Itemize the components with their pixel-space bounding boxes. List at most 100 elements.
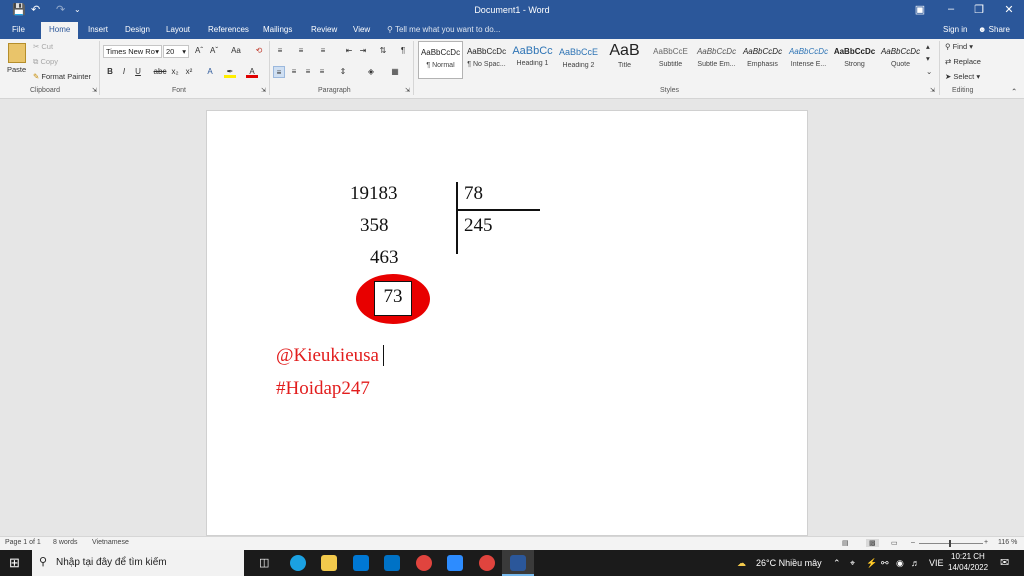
font-color-icon[interactable]: A xyxy=(246,66,258,78)
bold-icon[interactable]: B xyxy=(104,66,116,78)
align-left-icon[interactable]: ≡ xyxy=(273,66,285,78)
shrink-font-icon[interactable]: Aˇ xyxy=(208,45,220,57)
text-effects-icon[interactable]: A xyxy=(204,66,216,78)
document-area[interactable]: 19183 78 358 245 463 73 @Kieukieusa #Hoi… xyxy=(0,100,1024,536)
tab-references[interactable]: References xyxy=(208,25,249,34)
chrome-icon[interactable] xyxy=(416,555,432,571)
style-quote[interactable]: AaBbCcDc Quote xyxy=(878,41,923,79)
clock-time[interactable]: 10:21 CH xyxy=(951,552,985,561)
clock-date[interactable]: 14/04/2022 xyxy=(948,563,988,572)
page-count[interactable]: Page 1 of 1 xyxy=(5,539,41,546)
align-right-icon[interactable]: ≡ xyxy=(302,66,314,78)
sort-icon[interactable]: ⇅ xyxy=(377,45,389,57)
weather-icon[interactable]: ☁ xyxy=(737,558,746,569)
increase-indent-icon[interactable]: ⇥ xyxy=(357,45,369,57)
chevron-up-icon[interactable]: ⌃ xyxy=(833,558,841,569)
weather-text[interactable]: 26°C Nhiều mây xyxy=(756,558,822,568)
tab-design[interactable]: Design xyxy=(125,25,150,34)
mail-icon[interactable] xyxy=(384,555,400,571)
tab-file[interactable]: File xyxy=(12,25,25,34)
read-mode-icon[interactable]: ▤ xyxy=(842,539,849,547)
superscript-icon[interactable]: x² xyxy=(183,66,195,78)
zoom-slider[interactable] xyxy=(919,543,983,544)
format-painter-button[interactable]: ✎ Format Painter xyxy=(33,72,91,81)
dialog-launcher-icon[interactable]: ⇲ xyxy=(261,87,266,94)
input-language[interactable]: VIE xyxy=(929,558,944,568)
store-icon[interactable] xyxy=(353,555,369,571)
style-no-spacing[interactable]: AaBbCcDc ¶ No Spac... xyxy=(464,41,509,79)
shading-icon[interactable]: ◈ xyxy=(365,66,377,78)
subscript-icon[interactable]: x₂ xyxy=(169,66,181,78)
style-subtitle[interactable]: AaBbCcE Subtitle xyxy=(648,41,693,79)
task-view-icon[interactable]: ◫ xyxy=(259,556,269,569)
underline-icon[interactable]: U xyxy=(132,66,144,78)
styles-more-icon[interactable]: ⌄ xyxy=(926,67,932,76)
style-title[interactable]: AaB Title xyxy=(602,41,647,79)
zoom-out-icon[interactable]: – xyxy=(911,539,915,546)
power-icon[interactable]: ⚡ xyxy=(866,558,877,569)
dialog-launcher-icon[interactable]: ⇲ xyxy=(405,87,410,94)
line-spacing-icon[interactable]: ⇕ xyxy=(337,66,349,78)
windows-start-icon[interactable]: ⊞ xyxy=(9,555,20,571)
language-status[interactable]: Vietnamese xyxy=(92,539,129,546)
word-taskbar-button[interactable] xyxy=(502,550,534,576)
align-center-icon[interactable]: ≡ xyxy=(288,66,300,78)
copy-button[interactable]: ⧉ Copy xyxy=(33,57,58,67)
select-button[interactable]: ➤ Select ▾ xyxy=(945,72,980,81)
multilevel-list-icon[interactable]: ≡ xyxy=(317,45,329,57)
style-intense-emphasis[interactable]: AaBbCcDc Intense E... xyxy=(786,41,831,79)
minimize-icon[interactable]: – xyxy=(944,3,958,15)
tab-view[interactable]: View xyxy=(353,25,370,34)
share-button[interactable]: ☻ Share xyxy=(978,25,1010,34)
clear-formatting-icon[interactable]: ⟲ xyxy=(253,45,265,57)
strikethrough-icon[interactable]: abc xyxy=(153,66,167,78)
wifi-icon[interactable]: ⚯ xyxy=(881,558,889,569)
dialog-launcher-icon[interactable]: ⇲ xyxy=(92,87,97,94)
print-layout-icon[interactable]: ▩ xyxy=(866,539,879,547)
file-explorer-icon[interactable] xyxy=(321,555,337,571)
tab-mailings[interactable]: Mailings xyxy=(263,25,292,34)
show-marks-icon[interactable]: ¶ xyxy=(397,45,409,57)
paste-icon[interactable] xyxy=(8,43,26,63)
sign-in-link[interactable]: Sign in xyxy=(943,25,967,34)
style-heading-2[interactable]: AaBbCcE Heading 2 xyxy=(556,41,601,79)
tab-home[interactable]: Home xyxy=(41,22,79,39)
taskbar-search[interactable]: ⚲ Nhập tại đây để tìm kiếm xyxy=(32,550,244,576)
volume-icon[interactable]: ♬ xyxy=(911,558,920,568)
borders-icon[interactable]: ▦ xyxy=(389,66,401,78)
edge-icon[interactable] xyxy=(290,555,306,571)
document-page[interactable]: 19183 78 358 245 463 73 @Kieukieusa #Hoi… xyxy=(206,110,808,536)
word-count[interactable]: 8 words xyxy=(53,539,78,546)
paste-button[interactable]: Paste xyxy=(7,65,26,74)
zoom-in-icon[interactable]: + xyxy=(984,539,988,546)
zalo-tray-icon[interactable]: ◉ xyxy=(896,558,904,569)
italic-icon[interactable]: I xyxy=(118,66,130,78)
zalo-icon[interactable] xyxy=(447,555,463,571)
close-icon[interactable]: ✕ xyxy=(1002,3,1016,16)
style-subtle-emphasis[interactable]: AaBbCcDc Subtle Em... xyxy=(694,41,739,79)
cut-button[interactable]: ✂ Cut xyxy=(33,42,53,51)
decrease-indent-icon[interactable]: ⇤ xyxy=(343,45,355,57)
dialog-launcher-icon[interactable]: ⇲ xyxy=(930,87,935,94)
maximize-icon[interactable]: ❐ xyxy=(972,3,986,16)
tab-layout[interactable]: Layout xyxy=(166,25,190,34)
style-emphasis[interactable]: AaBbCcDc Emphasis xyxy=(740,41,785,79)
style-strong[interactable]: AaBbCcDc Strong xyxy=(832,41,877,79)
highlight-icon[interactable]: ✒ xyxy=(224,66,236,78)
bullets-icon[interactable]: ≡ xyxy=(274,45,286,57)
style-normal[interactable]: AaBbCcDc ¶ Normal xyxy=(418,41,463,79)
justify-icon[interactable]: ≡ xyxy=(316,66,328,78)
font-size-box[interactable]: 20 ▾ xyxy=(163,45,189,58)
font-name-box[interactable]: Times New Ro ▾ xyxy=(103,45,162,58)
styles-scroll-up-icon[interactable]: ▴ xyxy=(926,42,930,51)
notifications-icon[interactable]: ✉ xyxy=(1000,556,1009,569)
change-case-icon[interactable]: Aa xyxy=(227,45,245,57)
tab-insert[interactable]: Insert xyxy=(88,25,108,34)
ribbon-display-icon[interactable]: ▣ xyxy=(913,3,927,16)
collapse-ribbon-icon[interactable]: ⌃ xyxy=(1011,87,1017,96)
styles-scroll-down-icon[interactable]: ▾ xyxy=(926,54,930,63)
tell-me-search[interactable]: ⚲ Tell me what you want to do... xyxy=(387,25,500,34)
grow-font-icon[interactable]: Aˆ xyxy=(193,45,205,57)
replace-button[interactable]: ⇄ Replace xyxy=(945,57,981,66)
network-icon[interactable]: ⌖ xyxy=(850,558,855,569)
